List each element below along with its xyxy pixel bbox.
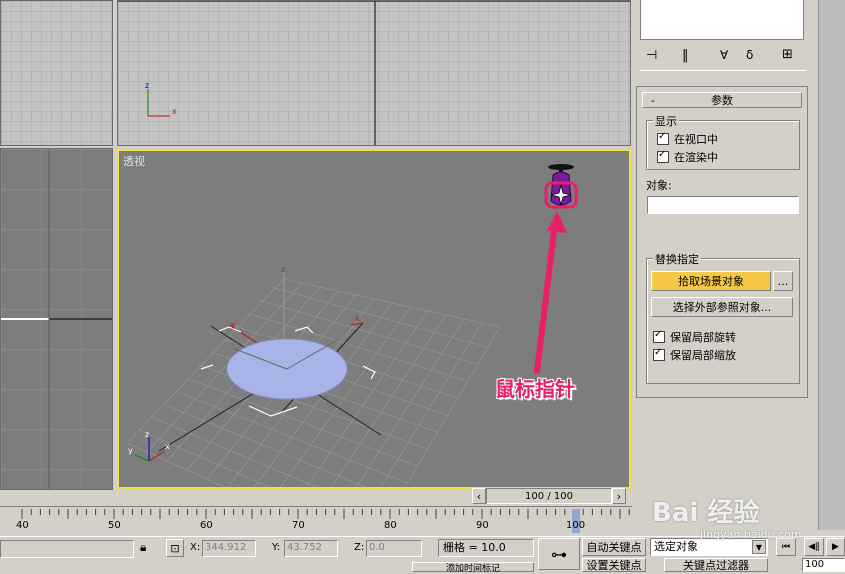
play-button[interactable]: ▶ [826,538,845,556]
axis-x-label: x [172,107,177,116]
front-viewport-lines [118,1,630,145]
in-viewport-checkbox[interactable]: 在视口中 [657,131,718,147]
set-key-mode-icon[interactable]: ⊶ [538,538,580,570]
checkbox-checked-icon [657,149,669,163]
stack-toolbar: ⊣ ‖ ∀ δ ⊞ [644,46,804,68]
y-coordinate-label: Y: [272,542,281,553]
keep-local-rotation-label: 保留局部旋转 [670,331,736,344]
frame-display: 100 / 100 [525,490,573,502]
z-coordinate-label: Z: [354,542,365,553]
ruler-tick-90: 90 [476,520,489,531]
keep-local-rotation-checkbox[interactable]: 保留局部旋转 [653,329,736,345]
time-slider-next[interactable]: › [612,488,626,504]
ruler-tick-50: 50 [108,520,121,531]
left-viewport-lines [1,149,112,489]
ruler-tick-60: 60 [200,520,213,531]
in-renderer-checkbox[interactable]: 在渲染中 [657,149,718,165]
keep-local-scale-checkbox[interactable]: 保留局部缩放 [653,347,736,363]
grid-size-display: 栅格 = 10.0 [438,539,534,557]
svg-text:x: x [355,314,360,323]
lock-selection-icon[interactable]: 🔒︎ [140,540,146,555]
checkbox-checked-icon [653,347,665,361]
baidu-watermark: Bai 经验 jingyan.baidu.com [652,486,812,546]
viewport-top-left[interactable] [0,0,113,146]
command-panel: ⊣ ‖ ∀ δ ⊞ - 参数 显示 在视口中 在渲染中 对象: 替换指定 拾取场… [632,0,845,530]
x-coordinate-field[interactable]: 344.912 [202,540,256,557]
object-label: 对象: [646,179,672,192]
panel-scroll-strip[interactable] [818,0,845,530]
maxscript-listener[interactable] [0,540,134,558]
axis-gizmo-front: z x [145,81,177,117]
svg-text:z: z [145,431,149,439]
remove-modifier-icon[interactable]: δ [746,48,753,62]
axis-gizmo-perspective: z x y [128,431,170,462]
annotation-arrow [534,211,567,374]
y-coordinate-field[interactable]: 43.752 [284,540,338,557]
time-slider-prev[interactable]: ‹ [472,488,486,504]
add-time-tag-button[interactable]: 添加时间标记 [412,562,534,574]
svg-text:y: y [128,446,133,455]
keep-local-scale-label: 保留局部缩放 [670,349,736,362]
track-bar-ticks [21,509,630,519]
make-unique-icon[interactable]: ∀ [720,48,728,62]
ruler-tick-80: 80 [384,520,397,531]
ruler-tick-40: 40 [16,520,29,531]
viewport-front[interactable]: z x [117,0,631,146]
in-viewport-label: 在视口中 [674,133,718,146]
ruler-tick-70: 70 [292,520,305,531]
checkbox-checked-icon [653,329,665,343]
absolute-mode-toggle[interactable]: ⊡ [166,539,184,557]
svg-text:y: y [231,320,236,329]
configure-sets-icon[interactable]: ⊞ [782,47,793,62]
pin-stack-icon[interactable]: ⊣ [646,48,657,63]
watermark-text: Bai 经验 [652,498,760,528]
svg-text:x: x [165,442,170,451]
replace-group: 替换指定 拾取场景对象 ... 选择外部参照对象... 保留局部旋转 保留局部缩… [646,251,800,384]
object-name-field[interactable] [647,196,799,214]
z-coordinate-field[interactable]: 0.0 [366,540,422,557]
x-coordinate-label: X: [190,542,201,553]
viewport-left[interactable] [0,148,113,490]
modifier-stack-list[interactable] [640,0,804,40]
track-bar[interactable] [0,506,632,536]
in-renderer-label: 在渲染中 [674,151,718,164]
svg-text:z: z [281,265,285,274]
checkbox-checked-icon [657,131,669,145]
axis-z-label: z [145,81,149,90]
pick-scene-object-button[interactable]: 拾取场景对象 [651,271,771,291]
mouse-pointer-annotation: 鼠标指针 [495,377,575,401]
display-group-title: 显示 [653,113,679,129]
viewport-perspective[interactable]: 透视 y x z z x y 鼠标指针 [117,149,631,489]
pick-cursor-icon [544,164,578,209]
auto-key-button[interactable]: 自动关键点 [582,538,646,556]
select-xref-object-button[interactable]: 选择外部参照对象... [651,297,793,317]
show-end-result-icon[interactable]: ‖ [682,48,689,63]
pick-more-button[interactable]: ... [773,271,793,291]
display-group: 显示 在视口中 在渲染中 [646,113,800,170]
ruler-tick-100: 100 [566,520,586,531]
replace-group-title: 替换指定 [653,251,701,267]
watermark-url: jingyan.baidu.com [700,528,802,541]
time-slider[interactable]: 100 / 100 [486,488,612,504]
